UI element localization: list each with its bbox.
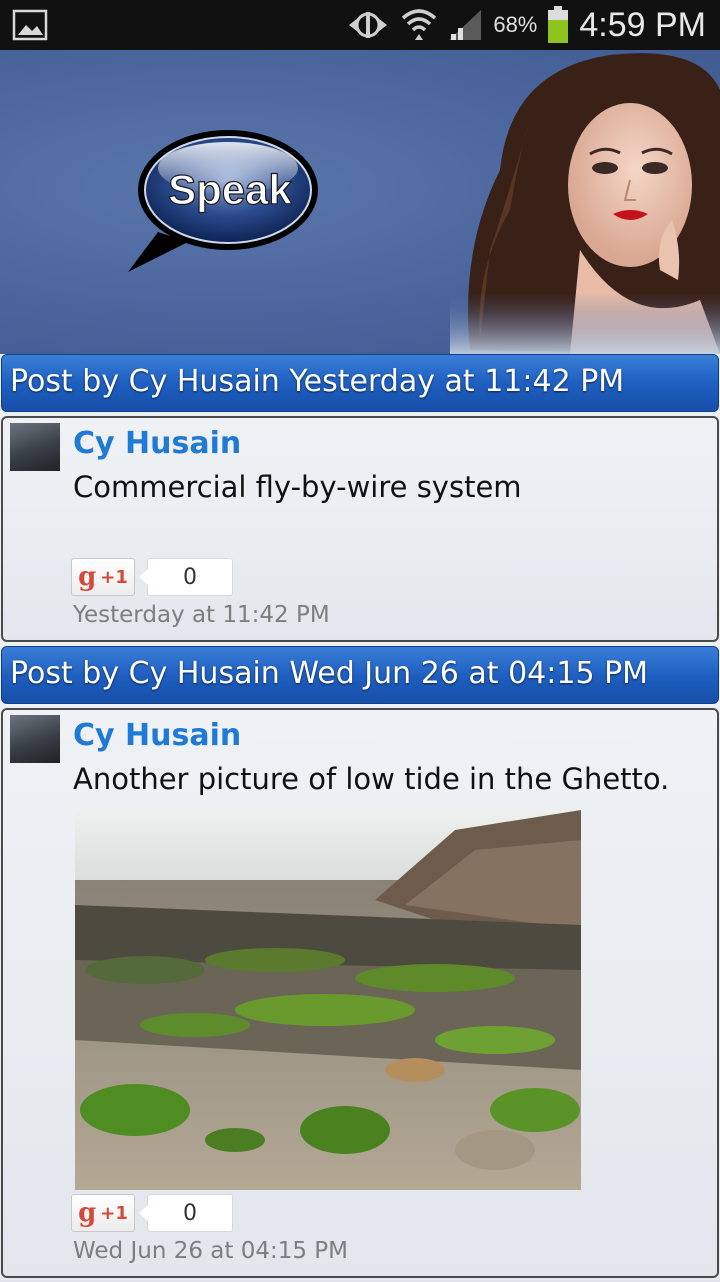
author-name[interactable]: Cy Husain [73, 426, 241, 461]
speak-logo: Speak [128, 130, 318, 272]
post-feed[interactable]: Post by Cy Husain Yesterday at 11:42 PM … [0, 354, 720, 1282]
google-g-icon: g [78, 562, 97, 592]
sync-icon [349, 12, 388, 38]
plus-one-label: +1 [100, 566, 128, 588]
post-card[interactable]: Cy Husain Commercial fly-by-wire system … [1, 416, 719, 642]
post-card[interactable]: Cy Husain Another picture of low tide in… [1, 708, 719, 1278]
clock: 4:59 PM [579, 5, 706, 44]
google-g-icon: g [78, 1198, 97, 1228]
wifi-icon [402, 9, 437, 40]
post-photo[interactable] [75, 810, 581, 1190]
woman-portrait-image [450, 50, 720, 354]
post-timestamp: Wed Jun 26 at 04:15 PM [73, 1238, 349, 1264]
post-timestamp: Yesterday at 11:42 PM [73, 602, 330, 628]
post-message: Another picture of low tide in the Ghett… [73, 762, 670, 796]
signal-icon [449, 10, 482, 40]
avatar[interactable] [10, 715, 60, 763]
author-name[interactable]: Cy Husain [73, 718, 241, 753]
plus-one-button[interactable]: g +1 [71, 558, 135, 596]
avatar[interactable] [10, 423, 60, 471]
plus-one-count: 0 [139, 558, 233, 596]
gallery-icon [12, 9, 48, 41]
battery-percent: 68% [493, 12, 538, 37]
plus-one-button[interactable]: g +1 [71, 1194, 135, 1232]
status-bar: 68% 4:59 PM [0, 0, 720, 50]
post-header[interactable]: Post by Cy Husain Wed Jun 26 at 04:15 PM [1, 646, 719, 704]
post-message: Commercial fly-by-wire system [73, 470, 522, 504]
app-header-banner: Speak [0, 50, 720, 354]
plus-one-count: 0 [139, 1194, 233, 1232]
post-header[interactable]: Post by Cy Husain Yesterday at 11:42 PM [1, 354, 719, 412]
plus-one-label: +1 [100, 1202, 128, 1224]
battery-icon [548, 6, 569, 43]
speak-logo-text: Speak [168, 166, 292, 213]
